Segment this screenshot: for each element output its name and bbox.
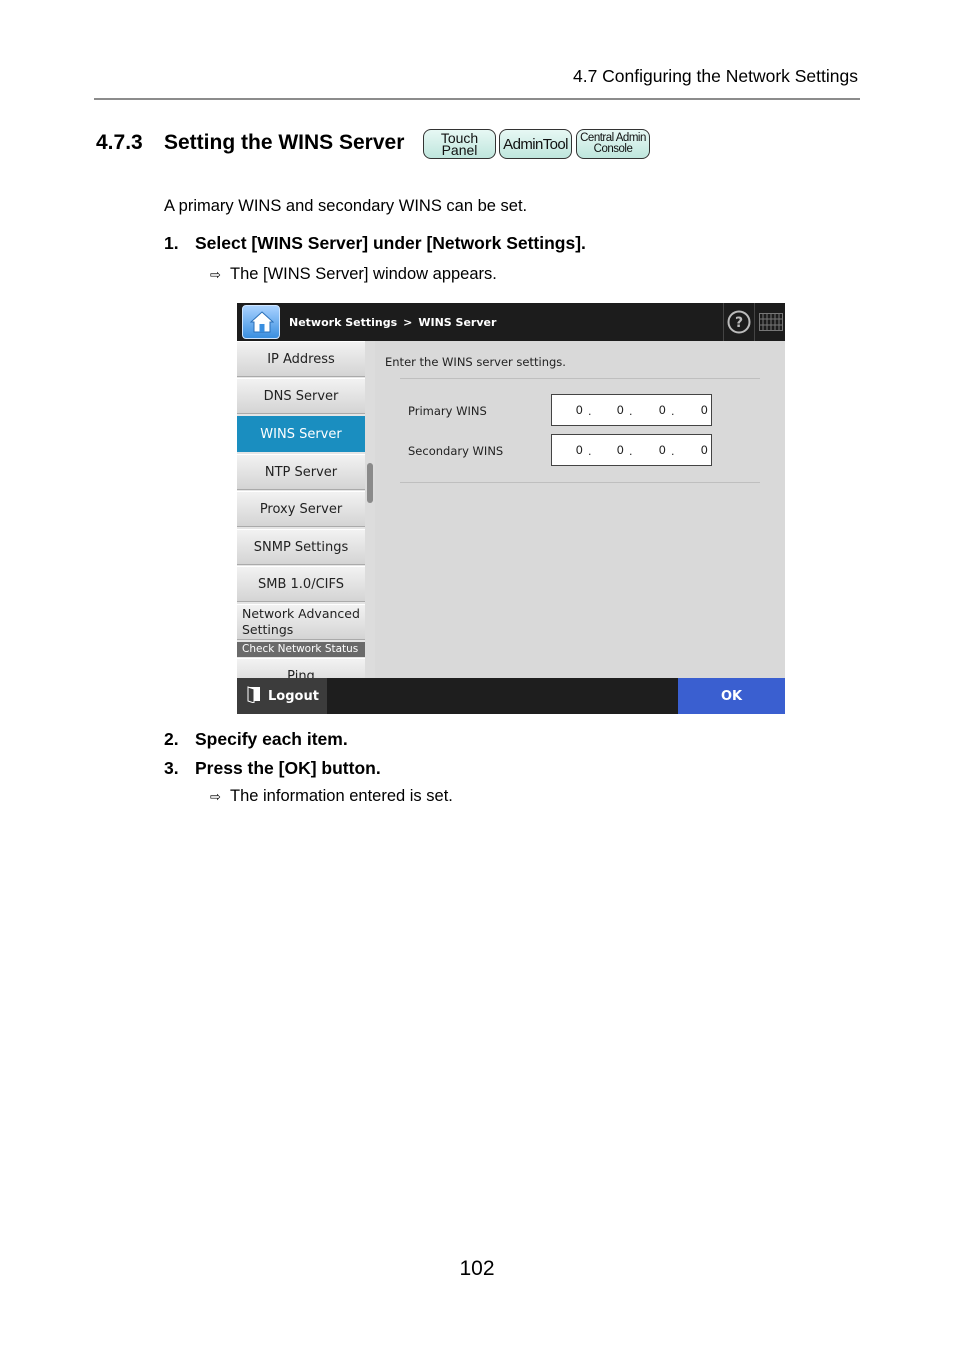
central-admin-badge: Central Admin Console xyxy=(576,129,650,159)
help-button[interactable]: ? xyxy=(723,303,753,341)
intro-text: A primary WINS and secondary WINS can be… xyxy=(164,197,528,215)
step-3-text: Press the [OK] button. xyxy=(195,758,381,778)
sidebar-item-ip-address[interactable]: IP Address xyxy=(237,341,365,377)
sidebar-item-label: SMB 1.0/CIFS xyxy=(258,576,344,592)
sidebar-item-ping[interactable]: Ping xyxy=(237,658,365,678)
step-1-result-text: The [WINS Server] window appears. xyxy=(230,265,497,283)
sidebar-item-label: SNMP Settings xyxy=(253,539,349,555)
running-header: 4.7 Configuring the Network Settings xyxy=(572,66,858,86)
ip-octet[interactable]: 0 xyxy=(668,395,708,425)
ok-button[interactable]: OK xyxy=(678,678,785,714)
ip-octet[interactable]: 0 xyxy=(584,435,624,465)
ip-octet[interactable]: 0 xyxy=(543,395,583,425)
sidebar-item-label: DNS Server xyxy=(263,388,339,404)
sidebar: IP Address DNS Server WINS Server NTP Se… xyxy=(237,341,365,678)
sidebar-item-label: Ping xyxy=(287,668,315,679)
sidebar-item-label: WINS Server xyxy=(260,426,342,442)
sidebar-item-label: NTP Server xyxy=(264,464,338,480)
home-button[interactable] xyxy=(242,305,280,339)
ip-octet[interactable]: 0 xyxy=(668,435,708,465)
step-1: 1. Select [WINS Server] under [Network Se… xyxy=(164,233,586,254)
sidebar-item-wins-server[interactable]: WINS Server xyxy=(237,416,365,452)
logout-button[interactable]: Logout xyxy=(237,678,327,714)
bottom-bar: Logout OK xyxy=(237,678,785,714)
admin-tool-badge: AdminTool xyxy=(499,129,572,159)
sidebar-item-network-advanced-settings[interactable]: Network Advanced Settings xyxy=(237,604,365,640)
sidebar-scroll-thumb[interactable] xyxy=(367,463,373,503)
ip-octet[interactable]: 0 xyxy=(626,395,666,425)
page-number: 102 xyxy=(459,1257,495,1280)
touch-panel-badge: Touch Panel xyxy=(423,129,496,159)
breadcrumb: Network Settings > WINS Server xyxy=(289,316,496,329)
svg-text:?: ? xyxy=(735,315,743,331)
result-arrow-icon: ⇨ xyxy=(210,268,221,283)
sidebar-item-label: IP Address xyxy=(267,351,335,367)
section-title: 4.7.3 Setting the WINS Server xyxy=(96,131,404,155)
breadcrumb-separator: > xyxy=(403,316,413,329)
ip-octet[interactable]: 0 xyxy=(626,435,666,465)
step-3-number: 3. xyxy=(164,758,179,778)
header-rule xyxy=(94,98,860,100)
step-2-text: Specify each item. xyxy=(195,729,348,749)
logout-label: Logout xyxy=(268,688,319,704)
central-admin-badge-line2: Console xyxy=(593,143,633,155)
primary-wins-field[interactable]: 0. 0. 0. 0 xyxy=(551,394,712,426)
top-bar: Network Settings > WINS Server ? xyxy=(237,303,785,341)
sidebar-item-label: Proxy Server xyxy=(259,501,343,517)
sidebar-item-ntp-server[interactable]: NTP Server xyxy=(237,454,365,490)
sidebar-group-header: Check Network Status xyxy=(237,642,365,657)
settings-panel: Enter the WINS server settings. Primary … xyxy=(375,341,785,678)
step-3: 3. Press the [OK] button. xyxy=(164,758,381,779)
step-2: 2. Specify each item. xyxy=(164,729,348,750)
sidebar-item-proxy-server[interactable]: Proxy Server xyxy=(237,491,365,527)
logout-icon xyxy=(237,685,268,707)
ip-octet[interactable]: 0 xyxy=(543,435,583,465)
sidebar-scrollbar[interactable] xyxy=(365,341,375,678)
step-2-number: 2. xyxy=(164,729,179,749)
sidebar-item-smb-cifs[interactable]: SMB 1.0/CIFS xyxy=(237,566,365,602)
panel-instruction: Enter the WINS server settings. xyxy=(385,355,566,369)
breadcrumb-parent: Network Settings xyxy=(289,316,398,329)
touch-panel-badge-line2: Panel xyxy=(441,142,478,158)
step-1-number: 1. xyxy=(164,233,179,253)
sidebar-item-label: Network Advanced Settings xyxy=(242,606,360,637)
secondary-wins-label: Secondary WINS xyxy=(408,444,504,458)
section-title-text: Setting the WINS Server xyxy=(164,131,405,154)
primary-wins-label: Primary WINS xyxy=(408,404,487,418)
panel-divider xyxy=(400,378,760,379)
step-3-result: ⇨ The information entered is set. xyxy=(210,787,453,806)
admin-tool-badge-label: AdminTool xyxy=(503,135,568,153)
breadcrumb-current: WINS Server xyxy=(418,316,497,329)
secondary-wins-field[interactable]: 0. 0. 0. 0 xyxy=(551,434,712,466)
step-3-result-text: The information entered is set. xyxy=(230,787,453,805)
sidebar-item-snmp-settings[interactable]: SNMP Settings xyxy=(237,529,365,565)
step-1-result: ⇨ The [WINS Server] window appears. xyxy=(210,265,497,284)
sidebar-item-dns-server[interactable]: DNS Server xyxy=(237,378,365,414)
section-number: 4.7.3 xyxy=(96,131,143,154)
step-1-text: Select [WINS Server] under [Network Sett… xyxy=(195,233,586,253)
ip-octet[interactable]: 0 xyxy=(584,395,624,425)
panel-divider xyxy=(400,482,760,483)
result-arrow-icon: ⇨ xyxy=(210,790,221,805)
keyboard-button[interactable] xyxy=(754,303,785,341)
wins-server-screenshot: Network Settings > WINS Server ? IP Addr… xyxy=(237,303,785,714)
